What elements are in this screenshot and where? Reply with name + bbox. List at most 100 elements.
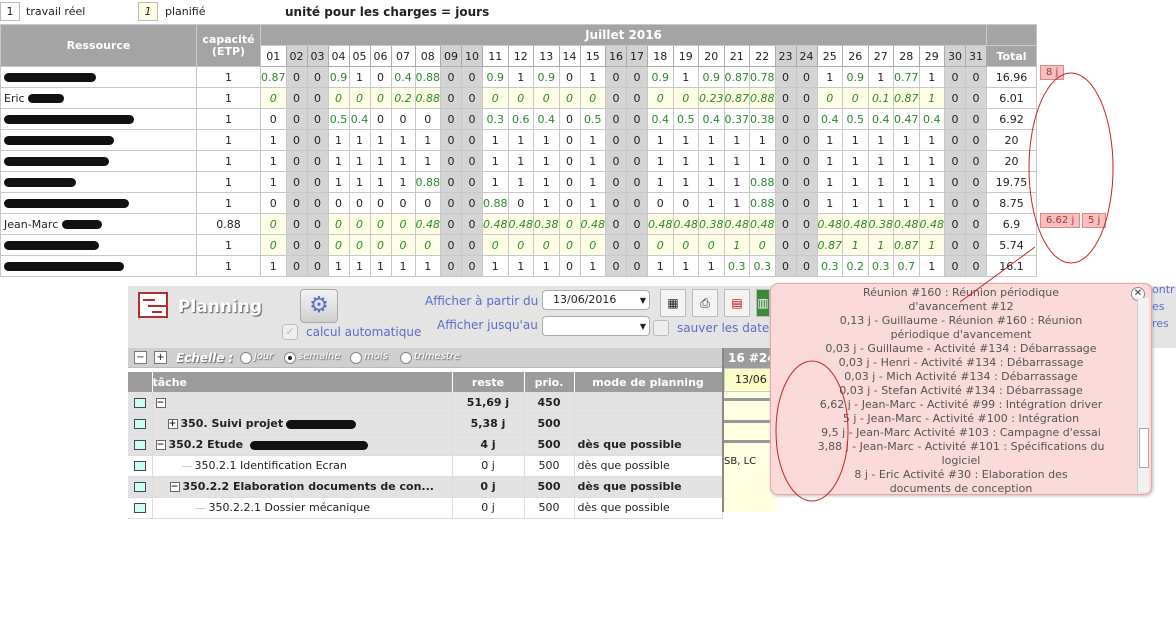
workload-cell[interactable]: 1 [893, 192, 920, 214]
workload-cell[interactable]: 0 [327, 234, 350, 256]
scale-radio-week[interactable] [284, 352, 296, 364]
workload-cell[interactable]: 0.2 [842, 255, 869, 277]
workload-cell[interactable]: 1 [816, 129, 843, 151]
workload-cell[interactable]: 0 [306, 66, 329, 88]
workload-cell[interactable]: 0.38 [749, 108, 776, 130]
workload-cell[interactable]: 0.48 [482, 213, 509, 235]
workload-cell[interactable]: 0 [306, 213, 329, 235]
workload-cell[interactable]: 0 [965, 150, 987, 172]
workload-cell[interactable]: 1 [579, 66, 606, 88]
workload-cell[interactable]: 0 [461, 192, 483, 214]
workload-cell[interactable]: 0.7 [893, 255, 920, 277]
workload-cell[interactable]: 1 [893, 150, 920, 172]
workload-cell[interactable]: 0 [348, 192, 371, 214]
workload-cell[interactable]: 0 [285, 108, 308, 130]
task-mode[interactable]: dès que possible [574, 455, 723, 477]
scale-radio-month[interactable] [350, 352, 362, 364]
workload-cell[interactable]: 0.87 [723, 66, 750, 88]
workload-cell[interactable]: 0.5 [327, 108, 350, 130]
scale-radio-day[interactable] [240, 352, 252, 364]
workload-cell[interactable]: 1 [579, 129, 606, 151]
workload-cell[interactable]: 0.37 [723, 108, 750, 130]
workload-cell[interactable]: 0.4 [918, 108, 945, 130]
workload-cell[interactable]: 0 [795, 255, 818, 277]
workload-cell[interactable]: 0 [795, 87, 818, 109]
workload-cell[interactable]: 1 [816, 66, 843, 88]
workload-cell[interactable]: 0 [626, 234, 648, 256]
print-icon[interactable]: ⎙ [692, 289, 718, 317]
workload-cell[interactable]: 0.87 [260, 66, 287, 88]
workload-cell[interactable]: 0 [285, 171, 308, 193]
workload-cell[interactable]: 0.87 [893, 234, 920, 256]
workload-cell[interactable]: 0 [944, 213, 966, 235]
task-name-cell[interactable]: 350.2.1 Identification Ecran [152, 455, 453, 477]
workload-cell[interactable]: 0 [390, 213, 416, 235]
workload-cell[interactable]: 0.4 [348, 108, 371, 130]
workload-cell[interactable]: 1 [533, 171, 560, 193]
workload-cell[interactable]: 0 [306, 234, 329, 256]
workload-cell[interactable]: 0 [306, 192, 329, 214]
resource-row[interactable]: 1 0 0 0 0 0 0 0 0 0 0 0 0 0 0 0 0 0 0 0 0 1 0 0 0 0.87 1 1 0.87 1 0 0 5.… [0, 234, 1037, 256]
workload-cell[interactable]: 0 [533, 234, 560, 256]
workload-cell[interactable]: 0 [944, 192, 966, 214]
gantt-bar[interactable] [724, 440, 776, 443]
workload-cell[interactable]: 1 [348, 66, 371, 88]
task-mode[interactable] [574, 413, 723, 435]
workload-cell[interactable]: 1 [672, 171, 699, 193]
workload-cell[interactable]: 0 [369, 87, 392, 109]
scale-radio-quarter[interactable] [400, 352, 412, 364]
workload-cell[interactable]: 0.9 [698, 66, 725, 88]
resource-row[interactable]: 1 1 0 0 1 1 1 1 1 0 0 1 1 1 0 1 0 0 1 1 1 1 1 0 0 1 1 1 1 1 0 0 20 [0, 150, 1037, 172]
workload-cell[interactable]: 1 [327, 150, 350, 172]
workload-cell[interactable]: 0 [369, 213, 392, 235]
workload-cell[interactable]: 0 [795, 66, 818, 88]
workload-cell[interactable]: 0.5 [579, 108, 606, 130]
workload-cell[interactable]: 1 [369, 255, 392, 277]
workload-cell[interactable]: 1 [507, 66, 534, 88]
resource-row[interactable]: 1 0 0 0 0.5 0.4 0 0 0 0 0 0.3 0.6 0.4 0 0.5 0 0 0.4 0.5 0.4 0… [0, 108, 1037, 130]
workload-cell[interactable]: 0.4 [533, 108, 560, 130]
workload-cell[interactable]: 0.6 [507, 108, 534, 130]
workload-cell[interactable]: 1 [672, 129, 699, 151]
workload-cell[interactable]: 1 [918, 192, 945, 214]
workload-cell[interactable]: 0 [626, 255, 648, 277]
workload-cell[interactable]: 0 [461, 255, 483, 277]
workload-cell[interactable]: 0 [774, 66, 797, 88]
workload-cell[interactable]: 1 [816, 171, 843, 193]
workload-cell[interactable]: 1 [698, 255, 725, 277]
workload-cell[interactable]: 0 [369, 234, 392, 256]
workload-cell[interactable]: 1 [647, 171, 674, 193]
workload-cell[interactable]: 0 [461, 87, 483, 109]
workload-cell[interactable]: 0 [795, 108, 818, 130]
workload-cell[interactable]: 0 [327, 87, 350, 109]
workload-cell[interactable]: 0 [605, 129, 627, 151]
workload-cell[interactable]: 0 [440, 129, 462, 151]
collapse-icon[interactable]: − [155, 397, 166, 408]
workload-cell[interactable]: 0 [461, 150, 483, 172]
workload-cell[interactable]: 1 [260, 171, 287, 193]
workload-cell[interactable]: 0 [605, 255, 627, 277]
workload-cell[interactable]: 0.38 [533, 213, 560, 235]
workload-cell[interactable]: 1 [893, 129, 920, 151]
workload-cell[interactable]: 0 [816, 87, 843, 109]
workload-cell[interactable]: 0 [285, 234, 308, 256]
workload-cell[interactable]: 1 [918, 234, 945, 256]
workload-cell[interactable]: 0 [944, 234, 966, 256]
workload-cell[interactable]: 0 [461, 108, 483, 130]
workload-cell[interactable]: 1 [842, 192, 869, 214]
workload-cell[interactable]: 0 [605, 150, 627, 172]
workload-cell[interactable]: 1 [918, 255, 945, 277]
workload-cell[interactable]: 1 [348, 129, 371, 151]
workload-cell[interactable]: 0.3 [482, 108, 509, 130]
collapse-icon[interactable]: − [169, 482, 180, 492]
workload-cell[interactable]: 1 [579, 255, 606, 277]
workload-cell[interactable]: 0.48 [918, 213, 945, 235]
task-mode[interactable]: dès que possible [574, 476, 723, 498]
workload-cell[interactable]: 0 [507, 87, 534, 109]
workload-cell[interactable]: 0 [965, 192, 987, 214]
workload-cell[interactable]: 0 [348, 213, 371, 235]
workload-cell[interactable]: 0 [774, 87, 797, 109]
workload-cell[interactable]: 0.4 [867, 108, 894, 130]
workload-cell[interactable]: 0 [440, 87, 462, 109]
workload-cell[interactable]: 0 [672, 87, 699, 109]
